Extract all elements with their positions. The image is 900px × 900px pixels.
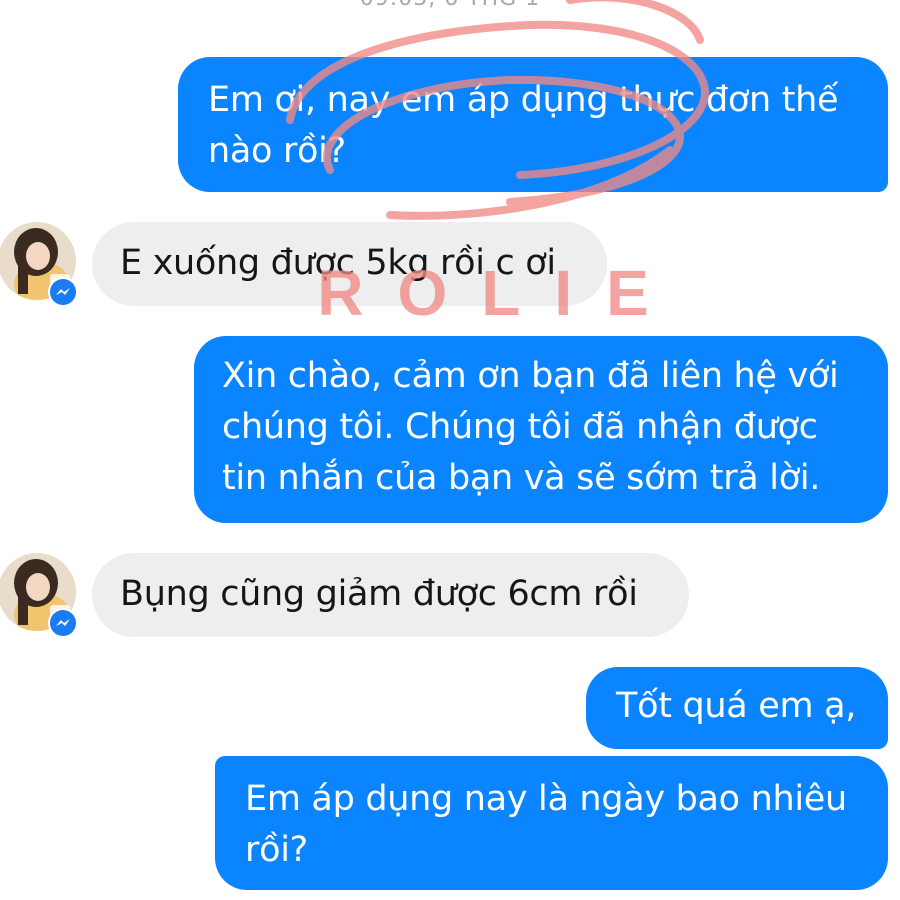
outgoing-message[interactable]: Xin chào, cảm ơn bạn đã liên hệ với chún… bbox=[194, 336, 888, 523]
message-line: Em ơi, nay em áp dụng thực đơn thế bbox=[208, 80, 839, 120]
message-line: Em áp dụng nay là ngày bao nhiêu bbox=[245, 779, 847, 819]
outgoing-message[interactable]: Em ơi, nay em áp dụng thực đơn thế nào r… bbox=[178, 57, 888, 192]
incoming-message[interactable]: Bụng cũng giảm được 6cm rồi bbox=[92, 553, 689, 637]
messenger-icon bbox=[48, 277, 78, 307]
incoming-message[interactable]: E xuống được 5kg rồi c ơi bbox=[92, 222, 607, 306]
outgoing-message[interactable]: Em áp dụng nay là ngày bao nhiêu rồi? bbox=[215, 756, 888, 890]
message-line: tin nhắn của bạn và sẽ sớm trả lời. bbox=[222, 458, 821, 498]
message-line: E xuống được 5kg rồi c ơi bbox=[120, 243, 556, 283]
message-line: rồi? bbox=[245, 830, 308, 870]
message-line: Xin chào, cảm ơn bạn đã liên hệ với bbox=[222, 356, 839, 396]
messenger-icon bbox=[48, 608, 78, 638]
message-line: chúng tôi. Chúng tôi đã nhận được bbox=[222, 407, 818, 447]
message-line: nào rồi? bbox=[208, 131, 346, 171]
outgoing-message[interactable]: Tốt quá em ạ, bbox=[586, 667, 888, 749]
message-line: Bụng cũng giảm được 6cm rồi bbox=[120, 574, 638, 614]
message-timestamp: 09:03, 6 THG 1 bbox=[0, 0, 900, 11]
message-line: Tốt quá em ạ, bbox=[616, 686, 857, 726]
